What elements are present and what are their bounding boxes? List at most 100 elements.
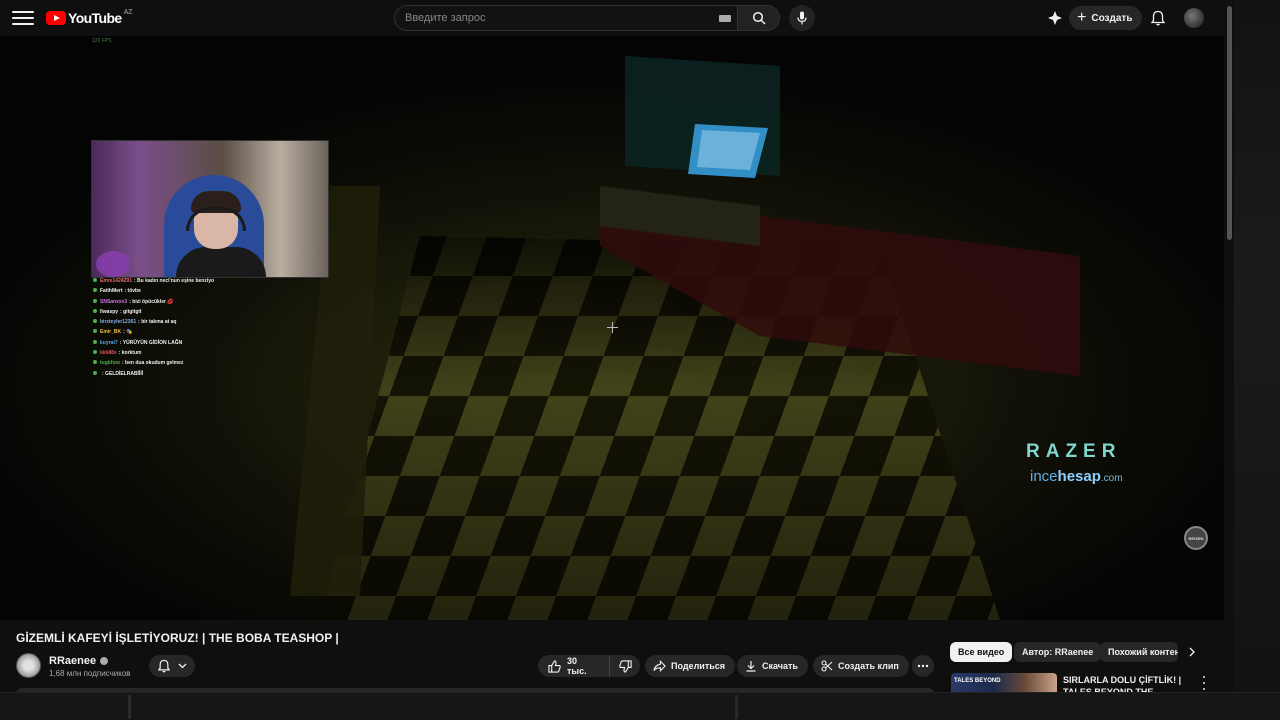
chat-username: kuyrat7 [100, 339, 118, 346]
chat-username: kkk88s [100, 350, 117, 357]
subscription-bell-button[interactable] [149, 655, 195, 677]
razer-wordmark: RAZER [1026, 441, 1122, 462]
thumbs-down-icon [618, 659, 632, 673]
ai-assistant-button[interactable] [1046, 9, 1064, 27]
channel-avatar[interactable] [16, 653, 41, 678]
share-label: Поделиться [671, 661, 726, 671]
chevron-right-icon[interactable] [1186, 646, 1198, 658]
channel-name[interactable]: RRaenee [49, 655, 96, 667]
top-bar: YouTube AZ + Создать [0, 0, 1224, 36]
incehesap-part-b: hesap [1057, 468, 1101, 485]
search-box [394, 5, 738, 31]
youtube-logo[interactable]: YouTube AZ [46, 8, 133, 26]
fps-counter: 120 FPS [92, 38, 112, 44]
dislike-button[interactable] [610, 655, 640, 677]
chat-badge-icon [93, 339, 97, 344]
download-label: Скачать [762, 661, 798, 671]
chat-text: : YÜRÜYÜN GİDİON LAĞN [119, 339, 183, 346]
country-code: AZ [123, 8, 133, 16]
share-icon [653, 660, 666, 672]
chat-message: Emre1424291: Bu kadın neci'nun eşine ben… [93, 276, 253, 286]
chat-badge-icon [93, 278, 97, 282]
chat-username: FatihMert [100, 288, 123, 295]
clip-button[interactable]: Создать клип [813, 655, 909, 677]
incehesap-part-a: ince [1030, 468, 1058, 485]
chat-badge-icon [93, 350, 97, 355]
chat-message: SNSanxxx2: bizi öpücükler 💋 [93, 297, 253, 307]
video-player[interactable]: 120 FPS Emre1424291: Bu kadın neci'nun e… [0, 36, 1224, 620]
chat-text: : Bu kadın neci'nun eşine benziyo [133, 278, 215, 284]
keyboard-icon[interactable] [719, 15, 731, 22]
chat-username: Emre1424291 [100, 278, 132, 284]
scissors-icon [821, 660, 833, 672]
chat-text: : gitgitgit [120, 308, 142, 315]
crosshair-icon [607, 322, 618, 333]
scrollbar-thumb[interactable] [1227, 6, 1232, 240]
voice-search-button[interactable] [789, 5, 815, 31]
bottom-strip [0, 692, 1280, 720]
bell-icon [157, 659, 170, 673]
chat-text: : ben dua okudum gelmez [122, 360, 184, 367]
chat-text: : korktum [118, 350, 142, 357]
download-button[interactable]: Скачать [737, 655, 808, 677]
more-actions-button[interactable] [912, 655, 934, 677]
strip-divider [735, 695, 738, 719]
stream-chat-overlay: Emre1424291: Bu kadın neci'nun eşine ben… [93, 276, 253, 379]
chat-badge-icon [93, 360, 97, 365]
chat-username: Emir_BK [100, 329, 122, 336]
search-input[interactable] [395, 12, 695, 24]
logo-text: YouTube [68, 10, 122, 26]
chat-message: Emir_BK: 🎭 [93, 327, 253, 337]
create-button[interactable]: + Создать [1069, 6, 1143, 30]
chat-username: tugbhoo [100, 360, 120, 367]
chat-message: llwaspy: gitgitgit [93, 307, 253, 317]
incehesap-logo: incehesap.com [1030, 468, 1123, 485]
chat-message: birzteyler12361: bir takma at aq [93, 317, 253, 327]
share-button[interactable]: Поделиться [645, 655, 736, 677]
decor-skull [96, 251, 130, 277]
youtube-play-icon [46, 11, 66, 25]
notifications-button[interactable] [1149, 9, 1167, 27]
subscriber-count: 1,68 млн подписчиков [49, 669, 131, 678]
clip-label: Создать клип [838, 661, 899, 671]
video-title: GİZEMLİ KAFEYİ İŞLETİYORUZ! | THE BOBA T… [16, 631, 339, 645]
microphone-icon [797, 11, 807, 25]
like-dislike-group: 30 тыс. [538, 655, 640, 677]
chat-message: tugbhoo: ben dua okudum gelmez [93, 358, 253, 368]
create-label: Создать [1091, 12, 1133, 24]
incehesap-part-c: .com [1100, 473, 1123, 484]
more-horizontal-icon [917, 664, 929, 668]
chat-badge-icon [93, 308, 97, 313]
plus-icon: + [1077, 9, 1087, 26]
like-button[interactable]: 30 тыс. [538, 655, 611, 677]
chat-message: kkk88s: korktum [93, 348, 253, 358]
chat-badge-icon [93, 288, 97, 293]
chat-username: birzteyler12361 [100, 319, 137, 326]
sparkle-icon [1048, 11, 1062, 25]
channel-watermark[interactable]: REISEN [1184, 526, 1208, 550]
search-button[interactable] [738, 5, 780, 31]
chip-from-author[interactable]: Автор: RRaenee [1014, 642, 1102, 662]
bell-icon [1151, 10, 1165, 26]
streamer-webcam [91, 140, 329, 278]
channel-name-row[interactable]: RRaenee [49, 655, 109, 667]
streamer-shirt [176, 247, 266, 277]
chat-message: : GELDİELRABİİİİ [93, 369, 253, 379]
chip-related[interactable]: Похожий контент [1100, 642, 1178, 662]
chat-text: : tövbe [124, 288, 141, 295]
search-icon [752, 11, 766, 25]
chevron-down-icon [178, 663, 186, 669]
chat-username: SNSanxxx2 [100, 298, 128, 305]
chat-username: llwaspy [100, 308, 119, 315]
recommendation-more-icon[interactable] [1198, 676, 1210, 690]
chat-text: : 🎭 [123, 329, 133, 336]
strip-divider [128, 695, 131, 719]
chat-text: : GELDİELRABİİİİ [102, 370, 144, 377]
chat-text: : bizi öpücükler 💋 [129, 298, 174, 305]
like-count: 30 тыс. [566, 656, 587, 676]
razer-logo: RAZER [1026, 441, 1121, 463]
account-avatar[interactable] [1184, 8, 1204, 28]
chat-text: : bir takma at aq [138, 319, 177, 326]
menu-icon[interactable] [12, 8, 34, 28]
chip-all-videos[interactable]: Все видео [950, 642, 1013, 662]
